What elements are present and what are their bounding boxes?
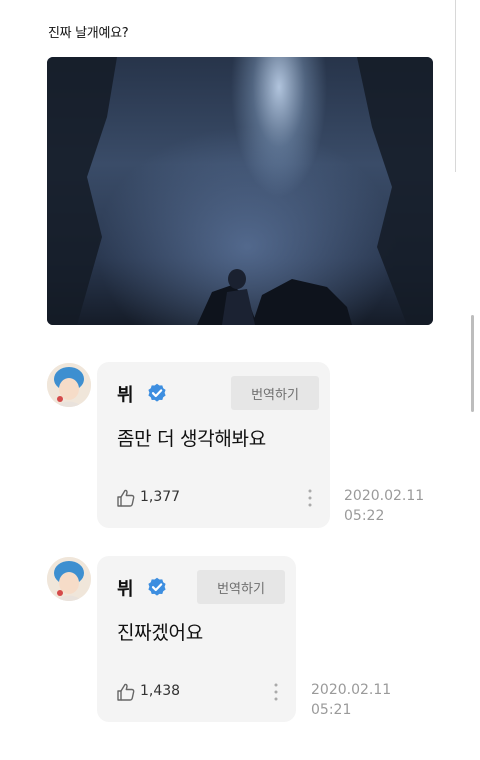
scrollbar-track <box>455 0 456 172</box>
comment-message: 진짜겠어요 <box>117 622 203 644</box>
more-options-icon[interactable] <box>273 682 279 702</box>
comment-date: 2020.02.11 <box>311 682 392 698</box>
comment-message: 좀만 더 생각해봐요 <box>117 428 266 450</box>
avatar[interactable] <box>47 557 91 601</box>
like-icon[interactable] <box>116 488 136 508</box>
like-icon[interactable] <box>116 682 136 702</box>
like-count: 1,438 <box>140 683 181 699</box>
comment-date: 2020.02.11 <box>344 488 425 504</box>
translate-button[interactable]: 번역하기 <box>197 570 285 604</box>
avatar-image <box>47 557 91 601</box>
avatar-image <box>47 363 91 407</box>
like-count: 1,377 <box>140 489 181 505</box>
comment-time: 05:22 <box>344 508 385 524</box>
post-image[interactable] <box>47 57 433 325</box>
scrollbar-thumb[interactable] <box>471 315 474 412</box>
translate-button[interactable]: 번역하기 <box>231 376 319 410</box>
author-name[interactable]: 뷔 <box>117 381 134 407</box>
comment-timestamp: 2020.02.11 05:21 <box>311 680 411 720</box>
avatar[interactable] <box>47 363 91 407</box>
comment-timestamp: 2020.02.11 05:22 <box>344 486 444 526</box>
author-name[interactable]: 뷔 <box>117 575 134 601</box>
verified-icon <box>148 383 166 402</box>
verified-icon <box>148 577 166 596</box>
post-question: 진짜 날개예요? <box>48 26 129 41</box>
comment-time: 05:21 <box>311 702 352 718</box>
more-options-icon[interactable] <box>307 488 313 508</box>
post-image-art <box>47 57 433 325</box>
